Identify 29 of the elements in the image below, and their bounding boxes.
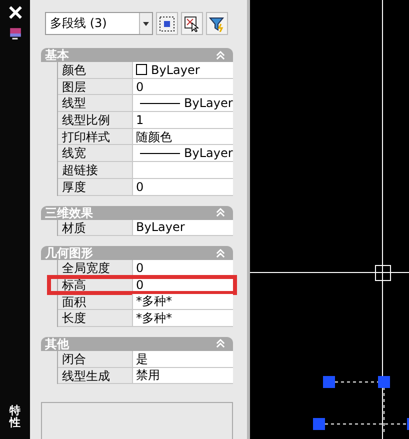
property-value[interactable]: 0 (133, 178, 233, 194)
property-value[interactable]: ByLayer (133, 62, 233, 78)
property-value[interactable]: 是 (133, 350, 233, 367)
pickbox-cursor (375, 265, 391, 281)
select-objects-button[interactable] (181, 12, 203, 35)
close-icon[interactable] (8, 6, 22, 19)
section-title: 基本 (45, 48, 69, 62)
property-value[interactable]: ByLayer (133, 145, 233, 162)
section-title: 几何图形 (45, 246, 93, 260)
property-value[interactable]: 1 (133, 112, 233, 128)
property-value[interactable]: *多种* (133, 310, 233, 326)
line-sample-icon (140, 102, 180, 104)
property-value[interactable]: *多种* (133, 294, 233, 310)
property-value[interactable]: 0 (133, 78, 233, 94)
quick-select-button[interactable] (156, 12, 178, 35)
line-sample-icon (140, 152, 180, 154)
property-value[interactable]: 随颜色 (133, 128, 233, 144)
caret-icon (143, 22, 149, 26)
palette-options-icon[interactable] (8, 27, 22, 40)
palette-title: 特性 (10, 404, 20, 429)
property-value[interactable]: ByLayer (133, 95, 233, 112)
section-title: 三维效果 (45, 206, 93, 220)
section-title: 其他 (45, 336, 69, 351)
property-value[interactable]: 0 (133, 260, 233, 276)
color-swatch-icon (136, 64, 147, 76)
property-value[interactable]: ByLayer (133, 220, 233, 236)
object-type-dropdown[interactable]: 多段线 (3) (45, 12, 153, 35)
property-value[interactable]: 禁用 (133, 368, 233, 384)
filter-button[interactable] (206, 12, 228, 35)
